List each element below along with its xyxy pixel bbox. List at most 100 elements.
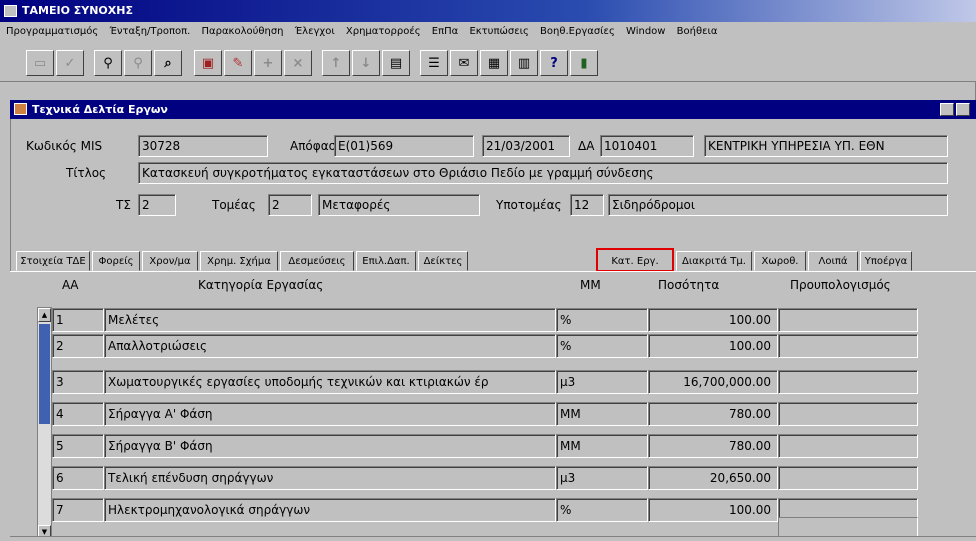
cell-budget[interactable]	[778, 334, 918, 358]
decision-field[interactable]: Ε(01)569	[334, 135, 474, 157]
cell-budget[interactable]	[778, 466, 918, 490]
cell-mm[interactable]: ΜΜ	[556, 402, 648, 426]
subsector-code-field[interactable]: 12	[570, 194, 604, 216]
cell-category[interactable]: Τελική επένδυση σηράγγων	[104, 466, 556, 490]
print-button[interactable]: ▤	[382, 50, 410, 76]
table-row[interactable]: 2 Απαλλοτριώσεις % 100.00	[10, 334, 976, 360]
tab-tde-info[interactable]: Στοιχεία ΤΔΕ	[16, 251, 90, 271]
find-all-button[interactable]: ⚲	[124, 50, 152, 76]
table-row[interactable]: 1 Μελέτες % 100.00	[10, 308, 976, 334]
menu-window[interactable]: Window	[626, 26, 665, 37]
cell-aa[interactable]: 7	[52, 498, 104, 522]
cell-mm[interactable]: μ3	[556, 466, 648, 490]
cell-quantity[interactable]: 780.00	[648, 434, 778, 458]
cell-aa[interactable]: 1	[52, 308, 104, 332]
tab-subprojects[interactable]: Υποέργα	[860, 251, 912, 271]
tab-other[interactable]: Λοιπά	[808, 251, 858, 271]
menu-help[interactable]: Βοήθεια	[677, 26, 718, 37]
cell-category[interactable]: Μελέτες	[104, 308, 556, 332]
table-row[interactable]: 3 Χωματουργικές εργασίες υποδομής τεχνικ…	[10, 370, 976, 396]
table-row[interactable]: 6 Τελική επένδυση σηράγγων μ3 20,650.00	[10, 466, 976, 492]
form-icon: ▣	[201, 55, 215, 71]
tab-financing[interactable]: Χρημ. Σχήμα	[200, 251, 278, 271]
cell-mm[interactable]: %	[556, 334, 648, 358]
menu-aux-tasks[interactable]: Βοηθ.Εργασίες	[540, 26, 615, 37]
add-record-button[interactable]: +	[254, 50, 282, 76]
cell-budget[interactable]	[778, 370, 918, 394]
table-row[interactable]: 4 Σήραγγα Α' Φάση ΜΜ 780.00	[10, 402, 976, 428]
cell-quantity[interactable]: 780.00	[648, 402, 778, 426]
report-button[interactable]: ▦	[480, 50, 508, 76]
menu-bar: Προγραμματισμός Ένταξη/Τροποπ. Παρακολού…	[0, 22, 976, 42]
minimize-button[interactable]	[940, 103, 954, 116]
menu-monitoring[interactable]: Παρακολούθηση	[202, 26, 284, 37]
menu-programming[interactable]: Προγραμματισμός	[6, 26, 98, 37]
tab-schedule[interactable]: Χρον/μα	[142, 251, 198, 271]
menu-prints[interactable]: Εκτυπώσεις	[469, 26, 528, 37]
print-icon: ▤	[389, 55, 403, 71]
cell-mm[interactable]: μ3	[556, 370, 648, 394]
cell-mm[interactable]: ΜΜ	[556, 434, 648, 458]
mis-field[interactable]: 30728	[138, 135, 268, 157]
cell-quantity[interactable]: 100.00	[648, 308, 778, 332]
maximize-button[interactable]	[956, 103, 970, 116]
cell-category[interactable]: Απαλλοτριώσεις	[104, 334, 556, 358]
list-button[interactable]: ☰	[420, 50, 448, 76]
cell-mm[interactable]: %	[556, 308, 648, 332]
delete-record-icon: ×	[292, 55, 304, 71]
tab-distinct-parts[interactable]: Διακριτά Τμ.	[676, 251, 752, 271]
menu-inclusion[interactable]: Ένταξη/Τροποπ.	[109, 26, 190, 37]
decision-date-field[interactable]: 21/03/2001	[482, 135, 570, 157]
cell-category[interactable]: Ηλεκτρομηχανολογικά σηράγγων	[104, 498, 556, 522]
cell-category[interactable]: Σήραγγα Α' Φάση	[104, 402, 556, 426]
da-code-field[interactable]: 1010401	[600, 135, 694, 157]
cell-aa[interactable]: 3	[52, 370, 104, 394]
ts-field[interactable]: 2	[138, 194, 176, 216]
sector-name-field[interactable]: Μεταφορές	[318, 194, 480, 216]
cell-mm[interactable]: %	[556, 498, 648, 522]
tab-bodies[interactable]: Φορείς	[92, 251, 140, 271]
move-up-button[interactable]: ↑	[322, 50, 350, 76]
title-field[interactable]: Κατασκευή συγκροτήματος εγκαταστάσεων στ…	[138, 162, 948, 184]
cell-quantity[interactable]: 100.00	[648, 498, 778, 522]
clipboard-icon: ▥	[517, 55, 531, 71]
menu-eppa[interactable]: ΕπΠα	[432, 26, 458, 37]
query-button[interactable]: ⌕	[154, 50, 182, 76]
tab-indicators[interactable]: Δείκτες	[418, 251, 468, 271]
move-down-button[interactable]: ↓	[352, 50, 380, 76]
tab-eligible-costs[interactable]: Επιλ.Δαπ.	[356, 251, 416, 271]
cell-category[interactable]: Σήραγγα Β' Φάση	[104, 434, 556, 458]
sector-code-field[interactable]: 2	[268, 194, 312, 216]
cell-budget[interactable]	[778, 434, 918, 458]
cell-aa[interactable]: 2	[52, 334, 104, 358]
cell-quantity[interactable]: 16,700,000.00	[648, 370, 778, 394]
tab-location[interactable]: Χωροθ.	[754, 251, 806, 271]
da-name-field[interactable]: ΚΕΝΤΡΙΚΗ ΥΠΗΡΕΣΙΑ ΥΠ. ΕΘΝ	[704, 135, 948, 157]
notes-button[interactable]: ✉	[450, 50, 478, 76]
cell-aa[interactable]: 5	[52, 434, 104, 458]
cell-category[interactable]: Χωματουργικές εργασίες υποδομής τεχνικών…	[104, 370, 556, 394]
clipboard-button[interactable]: ▥	[510, 50, 538, 76]
cell-budget[interactable]	[778, 308, 918, 332]
save-button[interactable]: ▭	[26, 50, 54, 76]
form-button[interactable]: ▣	[194, 50, 222, 76]
move-up-icon: ↑	[330, 55, 342, 71]
table-row[interactable]: 5 Σήραγγα Β' Φάση ΜΜ 780.00	[10, 434, 976, 460]
help-icon: ?	[550, 55, 558, 71]
cell-budget[interactable]	[778, 402, 918, 426]
cell-aa[interactable]: 6	[52, 466, 104, 490]
edit-button[interactable]: ✎	[224, 50, 252, 76]
menu-cashflows[interactable]: Χρηματορροές	[346, 26, 421, 37]
menu-checks[interactable]: Έλεγχοι	[295, 26, 335, 37]
cell-quantity[interactable]: 100.00	[648, 334, 778, 358]
delete-record-button[interactable]: ×	[284, 50, 312, 76]
find-button[interactable]: ⚲	[94, 50, 122, 76]
cell-quantity[interactable]: 20,650.00	[648, 466, 778, 490]
help-button[interactable]: ?	[540, 50, 568, 76]
subsector-name-field[interactable]: Σιδηρόδρομοι	[608, 194, 948, 216]
tab-work-categories[interactable]: Κατ. Εργ.	[596, 248, 674, 272]
tab-commitments[interactable]: Δεσμεύσεις	[280, 251, 354, 271]
confirm-button[interactable]: ✓	[56, 50, 84, 76]
cell-aa[interactable]: 4	[52, 402, 104, 426]
exit-button[interactable]: ▮	[570, 50, 598, 76]
